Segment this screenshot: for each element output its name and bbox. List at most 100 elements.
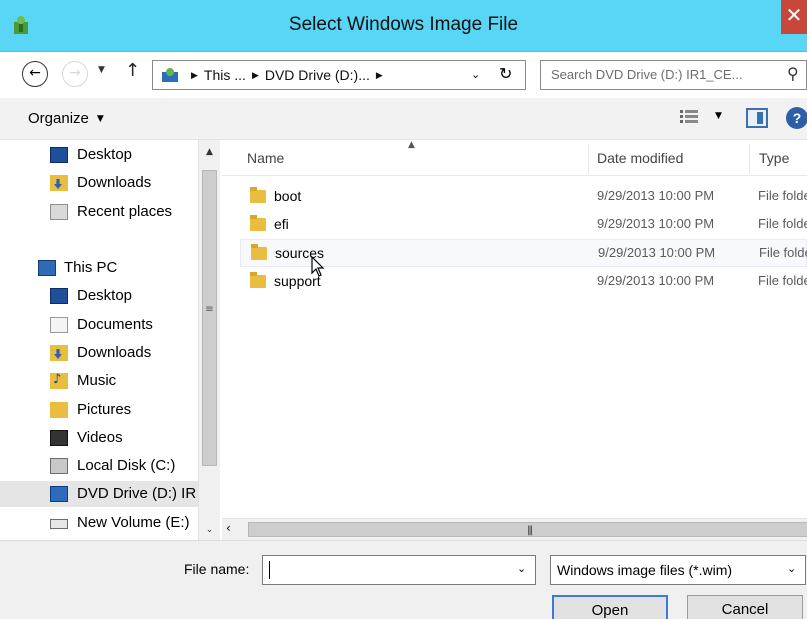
organize-button[interactable]: Organize ▼ <box>28 110 104 127</box>
nav-item-this-pc[interactable]: This PC <box>0 255 198 281</box>
scroll-up-icon[interactable]: ▲ <box>199 142 220 162</box>
breadcrumb-this-pc[interactable]: This ... <box>204 67 246 83</box>
nav-item-label: Music <box>77 372 117 389</box>
file-date: 9/29/2013 10:00 PM <box>597 188 715 203</box>
breadcrumb-chevron-icon: ▶ <box>375 71 383 81</box>
search-icon[interactable]: ⚲ <box>787 64 799 83</box>
close-button[interactable]: ✕ <box>781 0 807 34</box>
recent-locations-dropdown-icon[interactable]: ▼ <box>98 65 105 75</box>
text-caret <box>269 561 270 579</box>
desktop-icon <box>50 147 68 163</box>
arrow-up-icon: ↑ <box>125 60 141 81</box>
videos-icon <box>50 430 68 446</box>
nav-pane-scrollbar[interactable]: ▲ ≡ ⌄ <box>198 140 220 540</box>
dvd-location-icon <box>162 68 178 82</box>
file-list-hscrollbar[interactable]: ‹ ||| <box>222 518 807 540</box>
new-volume-icon <box>50 519 68 529</box>
search-placeholder: Search DVD Drive (D:) IR1_CE... <box>551 67 743 82</box>
folder-icon <box>251 244 267 260</box>
organize-label: Organize <box>28 110 89 127</box>
file-list: ▲ Name Date modified Type boot 9/29/2013… <box>222 140 807 540</box>
nav-item-desktop[interactable]: Desktop <box>0 142 198 168</box>
file-type: File folder <box>758 273 807 288</box>
mouse-pointer-icon <box>311 256 325 277</box>
file-type-filter[interactable]: Windows image files (*.wim) ⌄ <box>550 555 806 585</box>
column-name[interactable]: Name <box>247 150 284 166</box>
nav-item-pictures[interactable]: Pictures <box>0 397 198 423</box>
cancel-button[interactable]: Cancel <box>687 595 803 619</box>
nav-item-new-volume[interactable]: New Volume (E:) <box>0 510 198 536</box>
column-type[interactable]: Type <box>759 150 789 166</box>
downloads-icon <box>50 345 68 361</box>
dialog-footer: File name: ⌄ Windows image files (*.wim)… <box>0 540 807 619</box>
nav-item-label: New Volume (E:) <box>77 514 190 531</box>
file-name-input[interactable]: ⌄ <box>262 555 536 585</box>
nav-item-downloads[interactable]: Downloads <box>0 170 198 196</box>
caret-down-icon: ▼ <box>96 114 104 124</box>
music-icon <box>50 372 68 389</box>
chevron-down-icon[interactable]: ⌄ <box>471 68 480 81</box>
search-input[interactable]: Search DVD Drive (D:) IR1_CE... ⚲ <box>540 60 807 90</box>
scrollbar-thumb[interactable]: ≡ <box>202 170 217 466</box>
file-name: boot <box>274 188 302 204</box>
grip-icon: ||| <box>527 525 533 536</box>
view-dropdown-icon[interactable]: ▼ <box>715 111 722 121</box>
sort-ascending-icon: ▲ <box>408 140 415 150</box>
file-row-efi[interactable]: efi 9/29/2013 10:00 PM File folder <box>240 211 807 239</box>
file-type: File folder <box>758 188 807 203</box>
breadcrumb-chevron-icon: ▶ <box>191 71 198 81</box>
file-name: efi <box>274 216 289 232</box>
title-bar: Select Windows Image File ✕ <box>0 0 807 52</box>
nav-item-dvd-drive[interactable]: DVD Drive (D:) IR <box>0 481 198 507</box>
nav-item-label: Videos <box>77 429 123 446</box>
file-row-support[interactable]: support 9/29/2013 10:00 PM File folder <box>240 268 807 296</box>
chevron-down-icon[interactable]: ⌄ <box>787 562 796 575</box>
up-button[interactable]: ↑ <box>125 60 140 81</box>
nav-item-label: Desktop <box>77 287 133 304</box>
preview-pane-icon[interactable] <box>746 108 768 128</box>
nav-item-recent-places[interactable]: Recent places <box>0 199 198 225</box>
forward-button[interactable]: → <box>62 61 88 87</box>
scroll-down-icon[interactable]: ⌄ <box>199 520 220 540</box>
column-date-modified[interactable]: Date modified <box>597 150 683 166</box>
nav-item-videos[interactable]: Videos <box>0 425 198 451</box>
this-pc-icon <box>38 260 56 276</box>
file-row-boot[interactable]: boot 9/29/2013 10:00 PM File folder <box>240 183 807 211</box>
file-type-filter-value: Windows image files (*.wim) <box>557 562 733 578</box>
view-options-icon[interactable] <box>680 109 698 125</box>
nav-item-documents[interactable]: Documents <box>0 312 198 338</box>
grip-icon: ≡ <box>205 304 214 315</box>
navigation-pane: Desktop Downloads Recent places This PC … <box>0 140 220 540</box>
scrollbar-thumb[interactable]: ||| <box>248 522 807 537</box>
desktop-icon <box>50 288 68 304</box>
nav-item-label: Local Disk (C:) <box>77 457 176 474</box>
file-date: 9/29/2013 10:00 PM <box>598 245 716 260</box>
file-name-label: File name: <box>184 561 250 577</box>
nav-item-label: Documents <box>77 316 153 333</box>
open-button[interactable]: Open <box>552 595 668 619</box>
address-row: ← → ▼ ↑ ▶ This ... ▶ DVD Drive (D:)... ▶ ⌄ ↻… <box>0 52 807 98</box>
folder-icon <box>250 215 266 231</box>
chevron-down-icon[interactable]: ⌄ <box>517 562 526 575</box>
nav-item-label: DVD Drive (D:) IR <box>77 485 197 502</box>
file-row-sources[interactable]: sources 9/29/2013 10:00 PM File folder <box>240 239 807 267</box>
nav-item-downloads-pc[interactable]: Downloads <box>0 340 198 366</box>
documents-icon <box>50 317 68 333</box>
back-button[interactable]: ← <box>22 61 48 87</box>
help-icon[interactable]: ? <box>786 107 807 129</box>
recent-places-icon <box>50 204 68 220</box>
column-divider[interactable] <box>749 144 750 174</box>
dvd-drive-icon <box>50 486 68 502</box>
scroll-left-icon[interactable]: ‹ <box>226 521 231 535</box>
refresh-icon[interactable]: ↻ <box>499 64 512 83</box>
address-bar[interactable]: ▶ This ... ▶ DVD Drive (D:)... ▶ ⌄ ↻ <box>152 60 526 90</box>
nav-item-desktop-pc[interactable]: Desktop <box>0 283 198 309</box>
nav-item-local-disk[interactable]: Local Disk (C:) <box>0 453 198 479</box>
breadcrumb-dvd-drive[interactable]: DVD Drive (D:)... <box>265 67 370 83</box>
column-divider[interactable] <box>588 144 589 174</box>
nav-item-music[interactable]: Music <box>0 368 198 394</box>
file-type: File folder <box>759 245 807 260</box>
pictures-icon <box>50 402 68 418</box>
arrow-right-icon: → <box>69 65 81 81</box>
breadcrumb-chevron-icon: ▶ <box>251 71 259 81</box>
